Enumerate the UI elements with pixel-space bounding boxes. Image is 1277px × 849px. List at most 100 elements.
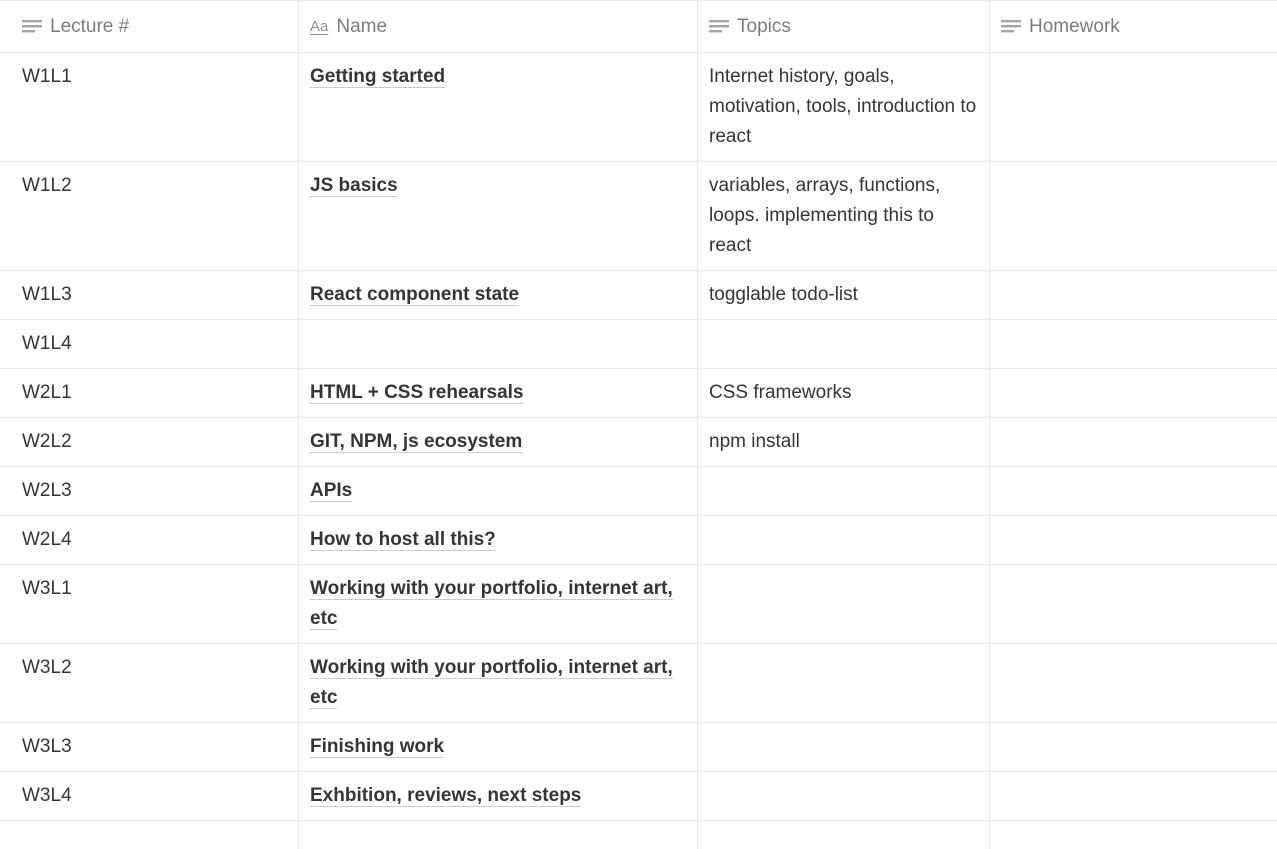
cell-name[interactable] bbox=[299, 821, 698, 849]
text-lines-icon bbox=[709, 20, 729, 33]
lectures-table: Lecture # Aa Name Topics Homework W1L1 G… bbox=[0, 0, 1277, 849]
table-row: W1L4 bbox=[0, 320, 1277, 369]
lecture-name-link[interactable]: GIT, NPM, js ecosystem bbox=[310, 431, 523, 453]
cell-lecture[interactable]: W2L4 bbox=[0, 516, 299, 564]
cell-homework[interactable] bbox=[990, 565, 1277, 643]
lecture-number: W3L1 bbox=[22, 578, 72, 599]
cell-lecture[interactable]: W3L3 bbox=[0, 723, 299, 771]
cell-homework[interactable] bbox=[990, 369, 1277, 417]
lecture-number: W2L1 bbox=[22, 382, 72, 403]
lecture-name-link[interactable]: React component state bbox=[310, 284, 520, 306]
cell-lecture[interactable]: W2L3 bbox=[0, 467, 299, 515]
lecture-number: W1L4 bbox=[22, 333, 72, 354]
cell-homework[interactable] bbox=[990, 516, 1277, 564]
column-header-label: Topics bbox=[737, 16, 791, 37]
cell-lecture[interactable]: W3L1 bbox=[0, 565, 299, 643]
cell-topics[interactable]: variables, arrays, functions, loops. imp… bbox=[698, 162, 990, 270]
lecture-name-link[interactable]: JS basics bbox=[310, 175, 398, 197]
cell-topics[interactable]: Internet history, goals, motivation, too… bbox=[698, 53, 990, 161]
cell-name[interactable]: Finishing work bbox=[299, 723, 698, 771]
cell-lecture[interactable]: W2L1 bbox=[0, 369, 299, 417]
lecture-topics: togglable todo-list bbox=[709, 284, 858, 305]
lecture-topics: CSS frameworks bbox=[709, 382, 852, 403]
table-row: W3L1 Working with your portfolio, intern… bbox=[0, 565, 1277, 644]
cell-lecture[interactable]: W2L2 bbox=[0, 418, 299, 466]
lecture-topics: npm install bbox=[709, 431, 800, 452]
cell-homework[interactable] bbox=[990, 320, 1277, 368]
column-header-label: Lecture # bbox=[50, 16, 130, 37]
lecture-topics: Internet history, goals, motivation, too… bbox=[709, 66, 977, 147]
column-header-label: Homework bbox=[1029, 16, 1120, 37]
cell-topics[interactable]: npm install bbox=[698, 418, 990, 466]
table-row: W3L4 Exhbition, reviews, next steps bbox=[0, 772, 1277, 821]
cell-topics[interactable] bbox=[698, 723, 990, 771]
column-header-lecture[interactable]: Lecture # bbox=[0, 1, 299, 53]
cell-topics[interactable] bbox=[698, 565, 990, 643]
cell-topics[interactable] bbox=[698, 516, 990, 564]
cell-lecture[interactable]: W1L4 bbox=[0, 320, 299, 368]
cell-topics[interactable] bbox=[698, 320, 990, 368]
column-header-topics[interactable]: Topics bbox=[698, 1, 990, 53]
cell-homework[interactable] bbox=[990, 53, 1277, 161]
cell-name[interactable]: Working with your portfolio, internet ar… bbox=[299, 644, 698, 722]
text-lines-icon bbox=[22, 20, 42, 33]
cell-homework[interactable] bbox=[990, 162, 1277, 270]
aa-title-icon: Aa bbox=[310, 18, 329, 35]
cell-topics[interactable] bbox=[698, 821, 990, 849]
lecture-name-link[interactable]: Working with your portfolio, internet ar… bbox=[310, 578, 673, 630]
cell-homework[interactable] bbox=[990, 821, 1277, 849]
lecture-name-link[interactable]: APIs bbox=[310, 480, 353, 502]
cell-topics[interactable] bbox=[698, 772, 990, 820]
column-header-homework[interactable]: Homework bbox=[990, 1, 1277, 53]
table-row: W2L1 HTML + CSS rehearsals CSS framework… bbox=[0, 369, 1277, 418]
lecture-name-link[interactable]: Finishing work bbox=[310, 736, 445, 758]
table-row: W3L2 Working with your portfolio, intern… bbox=[0, 644, 1277, 723]
cell-name[interactable]: APIs bbox=[299, 467, 698, 515]
cell-lecture[interactable]: W3L2 bbox=[0, 644, 299, 722]
cell-homework[interactable] bbox=[990, 467, 1277, 515]
cell-homework[interactable] bbox=[990, 772, 1277, 820]
text-lines-icon bbox=[1001, 20, 1021, 33]
cell-name[interactable]: React component state bbox=[299, 271, 698, 319]
table-row: W2L4 How to host all this? bbox=[0, 516, 1277, 565]
cell-homework[interactable] bbox=[990, 271, 1277, 319]
table-row: W2L2 GIT, NPM, js ecosystem npm install bbox=[0, 418, 1277, 467]
lecture-name-link[interactable]: Getting started bbox=[310, 66, 446, 88]
cell-topics[interactable]: CSS frameworks bbox=[698, 369, 990, 417]
cell-lecture[interactable] bbox=[0, 821, 299, 849]
table-row: W1L3 React component state togglable tod… bbox=[0, 271, 1277, 320]
cell-topics[interactable] bbox=[698, 644, 990, 722]
lecture-number: W3L3 bbox=[22, 736, 72, 757]
table-row: W1L2 JS basics variables, arrays, functi… bbox=[0, 162, 1277, 271]
cell-name[interactable]: GIT, NPM, js ecosystem bbox=[299, 418, 698, 466]
table-row: W1L1 Getting started Internet history, g… bbox=[0, 53, 1277, 162]
cell-lecture[interactable]: W1L1 bbox=[0, 53, 299, 161]
lecture-name-link[interactable]: How to host all this? bbox=[310, 529, 496, 551]
lecture-name-link[interactable]: Exhbition, reviews, next steps bbox=[310, 785, 582, 807]
cell-homework[interactable] bbox=[990, 723, 1277, 771]
cell-topics[interactable]: togglable todo-list bbox=[698, 271, 990, 319]
cell-name[interactable]: Exhbition, reviews, next steps bbox=[299, 772, 698, 820]
lecture-number: W2L4 bbox=[22, 529, 72, 550]
cell-lecture[interactable]: W1L3 bbox=[0, 271, 299, 319]
column-header-name[interactable]: Aa Name bbox=[299, 1, 698, 53]
cell-name[interactable]: Getting started bbox=[299, 53, 698, 161]
cell-name[interactable]: Working with your portfolio, internet ar… bbox=[299, 565, 698, 643]
table-header: Lecture # Aa Name Topics Homework bbox=[0, 0, 1277, 53]
lecture-number: W2L2 bbox=[22, 431, 72, 452]
cell-name[interactable]: HTML + CSS rehearsals bbox=[299, 369, 698, 417]
cell-homework[interactable] bbox=[990, 644, 1277, 722]
cell-lecture[interactable]: W1L2 bbox=[0, 162, 299, 270]
cell-name[interactable] bbox=[299, 320, 698, 368]
cell-topics[interactable] bbox=[698, 467, 990, 515]
lecture-number: W1L1 bbox=[22, 66, 72, 87]
cell-name[interactable]: How to host all this? bbox=[299, 516, 698, 564]
table-row: W3L3 Finishing work bbox=[0, 723, 1277, 772]
lecture-name-link[interactable]: HTML + CSS rehearsals bbox=[310, 382, 524, 404]
table-row-empty bbox=[0, 821, 1277, 849]
cell-name[interactable]: JS basics bbox=[299, 162, 698, 270]
cell-homework[interactable] bbox=[990, 418, 1277, 466]
lecture-number: W3L2 bbox=[22, 657, 72, 678]
cell-lecture[interactable]: W3L4 bbox=[0, 772, 299, 820]
lecture-name-link[interactable]: Working with your portfolio, internet ar… bbox=[310, 657, 673, 709]
